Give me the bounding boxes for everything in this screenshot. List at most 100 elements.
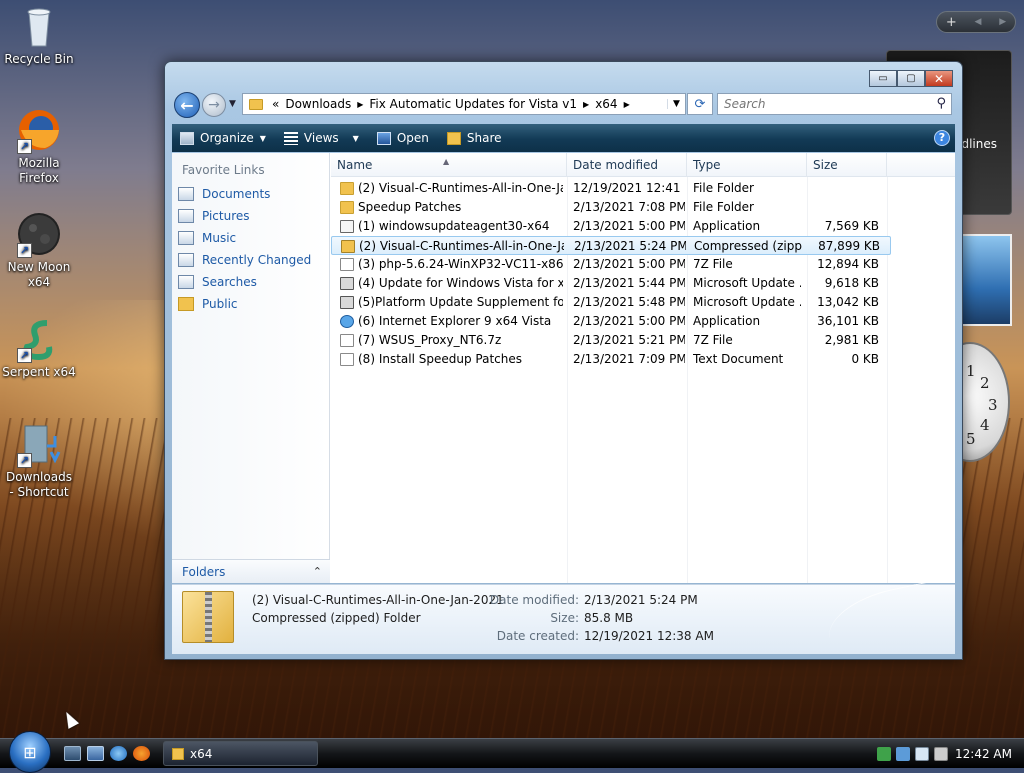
address-bar[interactable]: « Downloads ▶ Fix Automatic Updates for … (242, 93, 686, 115)
file-row[interactable]: (8) Install Speedup Patches 2/13/2021 7:0… (331, 350, 891, 369)
navigation-bar: ← → ▼ « Downloads ▶ Fix Automatic Update… (173, 91, 954, 119)
breadcrumb-separator-icon[interactable]: ▶ (621, 100, 633, 109)
desktop-icon-recycle-bin[interactable]: Recycle Bin (2, 4, 76, 67)
breadcrumb-overflow[interactable]: « (269, 97, 282, 111)
file-row[interactable]: (3) php-5.6.24-WinXP32-VC11-x86.7z 2/13/2… (331, 255, 891, 274)
file-size (807, 179, 879, 198)
back-button[interactable]: ← (174, 92, 200, 118)
share-button[interactable]: Share (439, 131, 512, 145)
breadcrumb-separator-icon[interactable]: ▶ (580, 100, 592, 109)
favorite-links-header: Favorite Links (182, 163, 265, 177)
organize-icon (180, 131, 194, 145)
search-box[interactable]: ⚲ (717, 93, 952, 115)
desktop-icon-label: New Moon x64 (7, 260, 71, 289)
breadcrumb-downloads[interactable]: Downloads (282, 97, 354, 111)
navigation-pane: Favorite Links Documents Pictures Music … (172, 153, 330, 583)
file-date-modified: 2/13/2021 7:08 PM (573, 200, 685, 214)
file-size: 9,618 KB (824, 276, 879, 290)
nav-link-music[interactable]: Music (172, 227, 329, 249)
file-name: (8) Install Speedup Patches (358, 352, 522, 366)
file-row[interactable]: (5)Platform Update Supplement for ... 2/1… (331, 293, 891, 312)
file-size: 2,981 KB (824, 333, 879, 347)
file-name: (7) WSUS_Proxy_NT6.7z (358, 333, 502, 347)
chevron-up-icon: ⌃ (312, 565, 322, 578)
sort-ascending-icon: ▲ (443, 157, 450, 166)
file-row[interactable]: Speedup Patches 2/13/2021 7:08 PM File Fol… (331, 198, 891, 217)
maximize-button[interactable]: ▢ (897, 70, 925, 87)
views-button[interactable]: Views ▼ (276, 131, 369, 145)
file-type: File Folder (693, 181, 754, 195)
breadcrumb-x64[interactable]: x64 (592, 97, 620, 111)
file-row[interactable]: (2) Visual-C-Runtimes-All-in-One-Ja... 12… (331, 179, 891, 198)
address-dropdown-icon[interactable]: ▼ (667, 99, 685, 109)
organize-button[interactable]: Organize ▼ (172, 131, 276, 145)
folder-file-icon (340, 182, 354, 195)
taskbar-clock[interactable]: 12:42 AM (955, 747, 1012, 761)
breadcrumb-separator-icon[interactable]: ▶ (354, 100, 366, 109)
column-header-type[interactable]: Type (687, 153, 807, 177)
nav-link-label: Public (202, 297, 238, 311)
desktop-icon-new-moon[interactable]: ↗ New Moon x64 (2, 212, 76, 290)
network-icon[interactable] (915, 746, 929, 761)
desktop-icon-serpent[interactable]: ↗ Serpent x64 (2, 317, 76, 380)
start-button[interactable]: ⊞ (9, 731, 51, 773)
desktop-icon-firefox[interactable]: ↗ Mozilla Firefox (2, 108, 76, 186)
next-icon[interactable]: ▶ (999, 17, 1006, 27)
file-date-modified: 2/13/2021 5:21 PM (573, 333, 685, 347)
firefox-icon[interactable] (133, 746, 150, 761)
explorer-window[interactable]: ▭ ▢ ✕ ← → ▼ « Downloads ▶ Fix Automatic … (164, 61, 963, 663)
nav-link-documents[interactable]: Documents (172, 183, 329, 205)
file-size: 7,569 KB (824, 219, 879, 233)
windows-update-icon[interactable] (896, 746, 910, 761)
nav-link-pictures[interactable]: Pictures (172, 205, 329, 227)
file-row[interactable]: (2) Visual-C-Runtimes-All-in-One-Ja... 2/… (331, 236, 891, 255)
internet-explorer-icon[interactable] (110, 746, 127, 761)
refresh-icon: ⟳ (694, 96, 706, 112)
previous-icon[interactable]: ◀ (975, 17, 982, 27)
file-row[interactable]: (6) Internet Explorer 9 x64 Vista 2/13/20… (331, 312, 891, 331)
file-size: 13,042 KB (817, 295, 879, 309)
refresh-button[interactable]: ⟳ (687, 93, 713, 115)
nav-link-public[interactable]: Public (172, 293, 329, 315)
file-size: 87,899 KB (818, 239, 880, 253)
file-type: Application (693, 219, 761, 233)
music-icon (178, 231, 194, 245)
column-header-size[interactable]: Size (807, 153, 887, 177)
views-label: Views (303, 131, 339, 145)
show-desktop-icon[interactable] (64, 746, 81, 761)
details-file-kind: Compressed (zipped) Folder (252, 611, 421, 625)
security-center-icon[interactable] (877, 746, 891, 761)
nav-link-searches[interactable]: Searches (172, 271, 329, 293)
add-gadget-icon[interactable]: + (946, 15, 957, 30)
file-name: (1) windowsupdateagent30-x64 (358, 219, 550, 233)
forward-button[interactable]: → (202, 93, 226, 117)
file-row[interactable]: (1) windowsupdateagent30-x64 2/13/2021 5:… (331, 217, 891, 236)
column-header-date-modified[interactable]: Date modified (567, 153, 687, 177)
help-button[interactable]: ? (934, 130, 950, 146)
switch-windows-icon[interactable] (87, 746, 104, 761)
recent-pages-dropdown[interactable]: ▼ (229, 99, 236, 109)
search-icon[interactable]: ⚲ (936, 96, 946, 111)
taskbar-button-x64[interactable]: x64 (163, 741, 318, 766)
gadget-title: dlines (961, 137, 997, 151)
open-button[interactable]: Open (369, 131, 439, 145)
documents-icon (178, 187, 194, 201)
minimize-button[interactable]: ▭ (869, 70, 897, 87)
search-input[interactable] (722, 95, 922, 113)
folders-toggle[interactable]: Folders ⌃ (172, 559, 330, 583)
file-row[interactable]: (4) Update for Windows Vista for x64-...… (331, 274, 891, 293)
nav-link-recently-changed[interactable]: Recently Changed (172, 249, 329, 271)
file-row[interactable]: (7) WSUS_Proxy_NT6.7z 2/13/2021 5:21 PM 7Z… (331, 331, 891, 350)
share-icon (446, 131, 461, 145)
nav-link-label: Music (202, 231, 237, 245)
file-date-modified: 2/13/2021 7:09 PM (573, 352, 685, 366)
chevron-down-icon: ▼ (259, 133, 266, 143)
close-button[interactable]: ✕ (925, 70, 953, 87)
volume-muted-icon[interactable] (934, 746, 948, 761)
desktop-icon-downloads-shortcut[interactable]: ↗ Downloads - Shortcut (2, 422, 76, 500)
folders-label: Folders (182, 564, 226, 579)
column-header-name[interactable]: Name ▲ (331, 153, 567, 177)
sidebar-gadget-controls[interactable]: + ◀ ▶ (936, 11, 1016, 33)
breadcrumb-fix-automatic-updates[interactable]: Fix Automatic Updates for Vista v1 (366, 97, 580, 111)
msu-file-icon (340, 296, 354, 309)
